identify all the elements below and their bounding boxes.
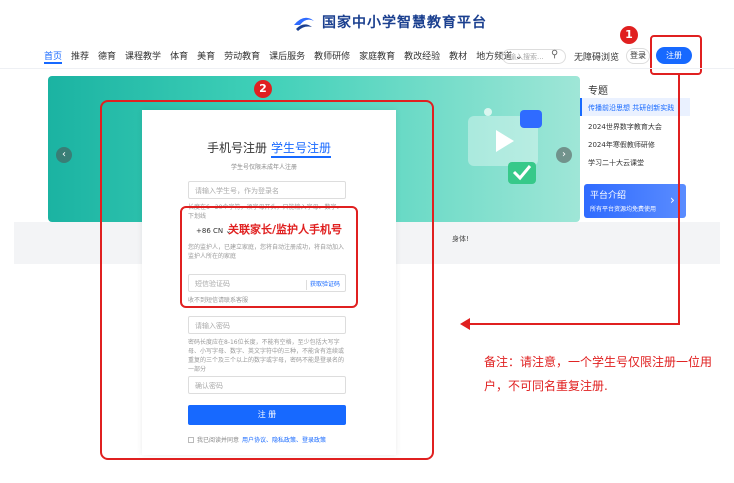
main-nav: 首页 推荐 德育 课程教学 体育 美育 劳动教育 课后服务 教师研修 家庭教育 … [44, 49, 532, 62]
nav-item-home[interactable]: 首页 [44, 49, 62, 62]
nav-item-after-school[interactable]: 课后服务 [269, 49, 305, 62]
register-submit-button[interactable]: 注 册 [188, 405, 346, 425]
nav-item-labor[interactable]: 劳动教育 [224, 49, 260, 62]
tab-active-indicator [271, 156, 331, 158]
topic-item[interactable]: 传播前沿思想 共研创新实践 [588, 103, 674, 113]
platform-intro-card[interactable]: 平台介绍 所有平台资源均免费使用 › [584, 184, 686, 218]
platform-logo[interactable]: 国家中小学智慧教育平台 [292, 10, 487, 34]
topics-panel: 专题 传播前沿思想 共研创新实践 2024世界数字教育大会 2024年寒假教师研… [580, 76, 690, 222]
agree-checkbox[interactable] [188, 436, 194, 443]
nav-item-recommend[interactable]: 推荐 [71, 49, 89, 62]
step-badge-1: 1 [620, 26, 638, 44]
nav-active-indicator [44, 62, 62, 64]
nav-item-family[interactable]: 家庭教育 [359, 49, 395, 62]
nav-item-textbooks[interactable]: 教材 [449, 49, 467, 62]
tab-hint: 学生号仅限未成年人注册 [231, 164, 298, 171]
nav-item-art[interactable]: 美育 [197, 49, 215, 62]
guardian-phone-label: 关联家长/监护人手机号 [228, 223, 343, 236]
step-badge-2: 2 [254, 80, 272, 98]
login-button[interactable]: 登录 [626, 48, 650, 64]
agreement-links[interactable]: 用户协议、隐私政策、登录政策 [242, 435, 326, 444]
logo-icon [294, 17, 314, 31]
nav-item-courses[interactable]: 课程教学 [125, 49, 161, 62]
agree-text: 我已阅读并同意 [197, 437, 240, 444]
banner-illustration [468, 108, 542, 184]
student-id-input[interactable]: 请输入学生号，作为登录名 [188, 181, 346, 199]
nav-item-teacher[interactable]: 教师研修 [314, 49, 350, 62]
annotation-note: 备注：请注意，一个学生号仅限注册一位用户，不可同名重复注册. [484, 355, 713, 393]
search-icon[interactable]: ⚲ [551, 49, 558, 60]
annotation-arrow-horizontal [468, 323, 680, 325]
code-help-text[interactable]: 收不到短信请联系客服 [188, 296, 348, 305]
nav-item-pe[interactable]: 体育 [170, 49, 188, 62]
confirm-password-input[interactable]: 确认密码 [188, 376, 346, 394]
topic-item[interactable]: 学习二十大云课堂 [588, 158, 644, 168]
annotation-box-register [650, 35, 702, 75]
accessibility-link[interactable]: 无障碍浏览 [574, 50, 619, 63]
get-code-button[interactable]: 获取验证码 [310, 279, 340, 288]
topics-title: 专题 [588, 86, 608, 97]
tab-phone-register[interactable]: 手机号注册 [207, 139, 267, 156]
banner-prev-button[interactable]: ‹ [56, 147, 72, 163]
code-divider [306, 280, 307, 290]
agreement-row: 我已阅读并同意 用户协议、隐私政策、登录政策 [188, 435, 326, 444]
platform-intro-title: 平台介绍 [590, 191, 627, 201]
topic-item[interactable]: 2024年寒假教师研修 [588, 140, 655, 150]
band-text: 身体! [452, 235, 469, 243]
banner-next-button[interactable]: › [556, 147, 572, 163]
logo-text: 国家中小学智慧教育平台 [322, 15, 487, 31]
header-divider [0, 68, 734, 69]
nav-item-moral[interactable]: 德育 [98, 49, 116, 62]
country-code-select[interactable]: +86 CN ⌄ [196, 227, 231, 235]
platform-intro-subtitle: 所有平台资源均免费使用 [590, 206, 657, 213]
topic-item[interactable]: 2024世界数字教育大会 [588, 122, 662, 132]
password-input[interactable]: 请输入密码 [188, 316, 346, 334]
annotation-arrow-vertical [678, 75, 680, 325]
tab-student-register[interactable]: 学生号注册 [271, 139, 331, 156]
guardian-hint: 您的监护人，已建立家庭，您将自动注册成功，将自动加入监护人所在的家庭 [188, 244, 345, 260]
chevron-right-icon: › [670, 193, 675, 207]
annotation-arrowhead [460, 318, 470, 330]
password-hint: 密码长度应在8-16位长度，不能有空格，至少包括大写字母、小写字母、数字、英文字… [188, 339, 345, 373]
nav-item-reform[interactable]: 教改经验 [404, 49, 440, 62]
